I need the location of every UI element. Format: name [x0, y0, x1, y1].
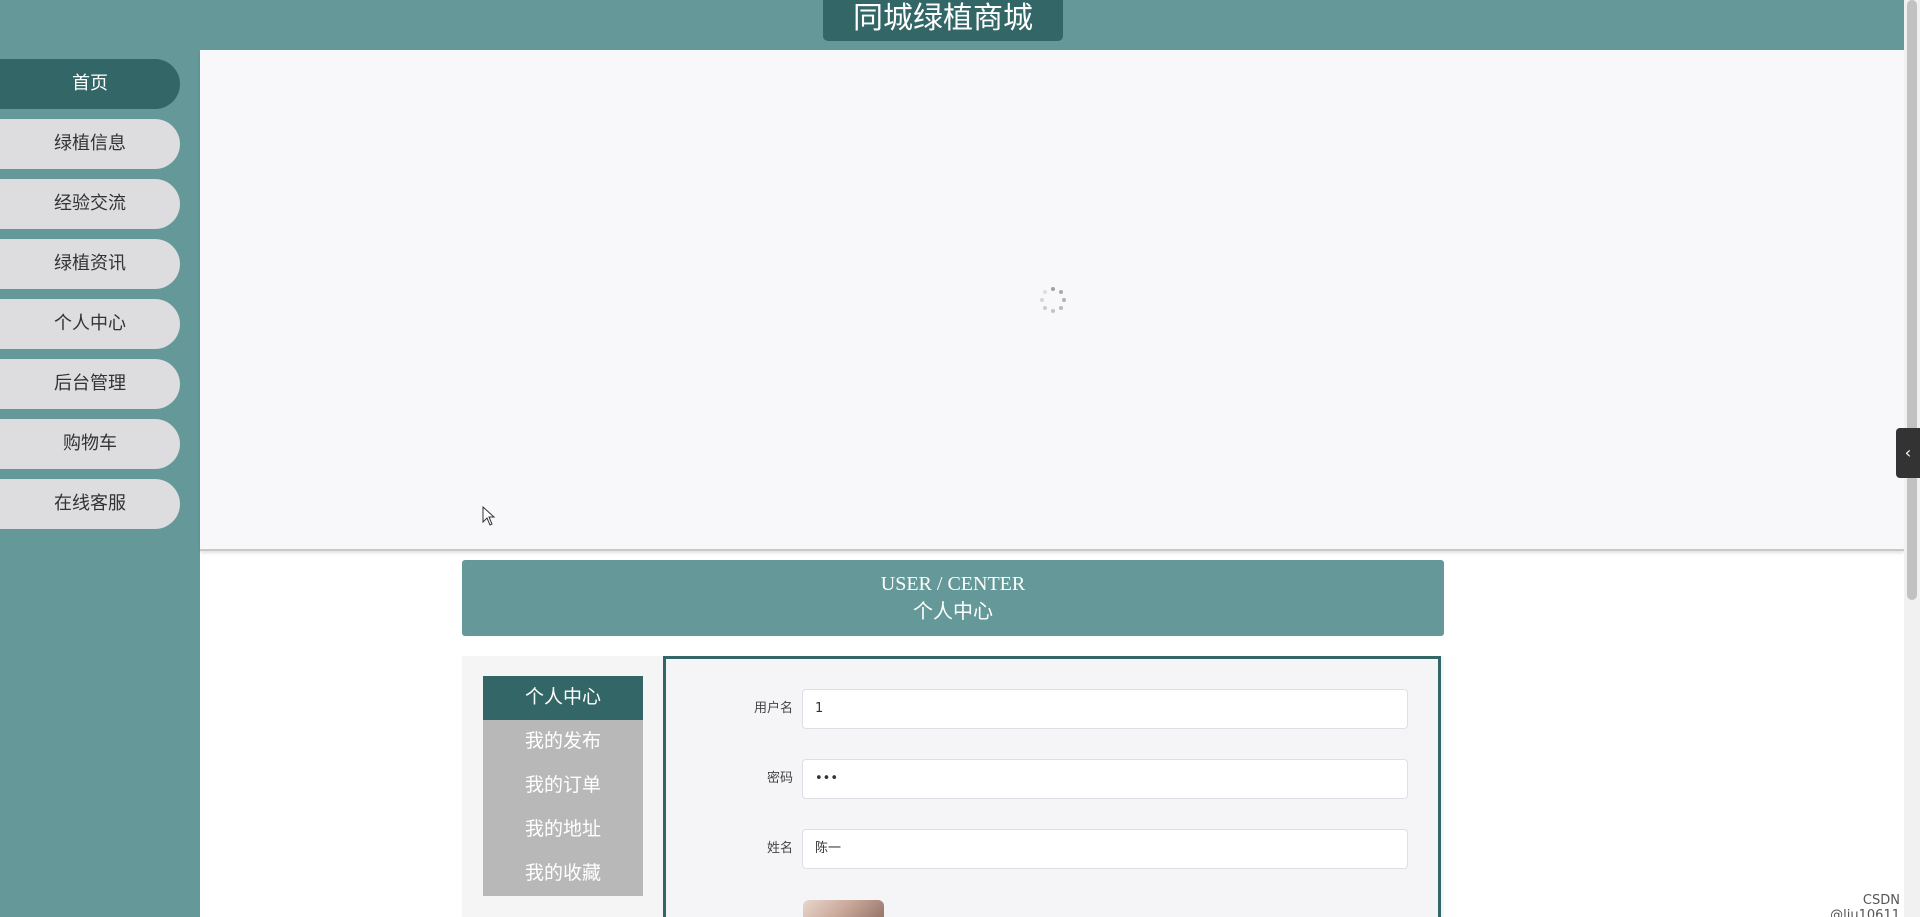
username-label: 用户名 — [753, 701, 793, 716]
nav-item-home[interactable]: 首页 — [0, 59, 180, 109]
menu-item-my-favorites[interactable]: 我的收藏 — [483, 852, 643, 896]
username-input[interactable]: 1 — [802, 689, 1408, 729]
name-label: 姓名 — [766, 841, 793, 856]
watermark-text: CSDN @liu10611 — [1830, 893, 1900, 917]
scrollbar-thumb[interactable] — [1907, 0, 1917, 600]
site-title: 同城绿植商城 — [823, 0, 1063, 41]
menu-item-my-address[interactable]: 我的地址 — [483, 808, 643, 852]
user-center-menu: 个人中心 我的发布 我的订单 我的地址 我的收藏 — [483, 676, 643, 896]
name-input[interactable]: 陈一 — [802, 829, 1408, 869]
password-input[interactable]: ••• — [802, 759, 1408, 799]
nav-item-plant-info[interactable]: 绿植信息 — [0, 119, 180, 169]
menu-item-personal-center[interactable]: 个人中心 — [483, 676, 643, 720]
user-center-header: USER / CENTER 个人中心 — [462, 560, 1444, 636]
nav-item-online-service[interactable]: 在线客服 — [0, 479, 180, 529]
password-label: 密码 — [766, 771, 793, 786]
chevron-left-icon[interactable]: ‹ — [1896, 428, 1920, 478]
nav-item-cart[interactable]: 购物车 — [0, 419, 180, 469]
section-title-cn: 个人中心 — [913, 601, 993, 623]
top-header-bar: 同城绿植商城 — [0, 0, 1904, 51]
nav-item-admin[interactable]: 后台管理 — [0, 359, 180, 409]
section-title-en: USER / CENTER — [880, 573, 1026, 595]
profile-form: 用户名 1 密码 ••• 姓名 陈一 — [663, 656, 1441, 917]
loading-spinner-icon — [1040, 287, 1066, 313]
nav-item-experience-exchange[interactable]: 经验交流 — [0, 179, 180, 229]
avatar[interactable] — [803, 900, 884, 917]
menu-item-my-posts[interactable]: 我的发布 — [483, 720, 643, 764]
menu-item-my-orders[interactable]: 我的订单 — [483, 764, 643, 808]
nav-item-plant-news[interactable]: 绿植资讯 — [0, 239, 180, 289]
sidebar: 首页 绿植信息 经验交流 绿植资讯 个人中心 后台管理 购物车 在线客服 — [0, 50, 200, 917]
nav-item-personal-center[interactable]: 个人中心 — [0, 299, 180, 349]
mouse-cursor-icon — [482, 506, 496, 526]
